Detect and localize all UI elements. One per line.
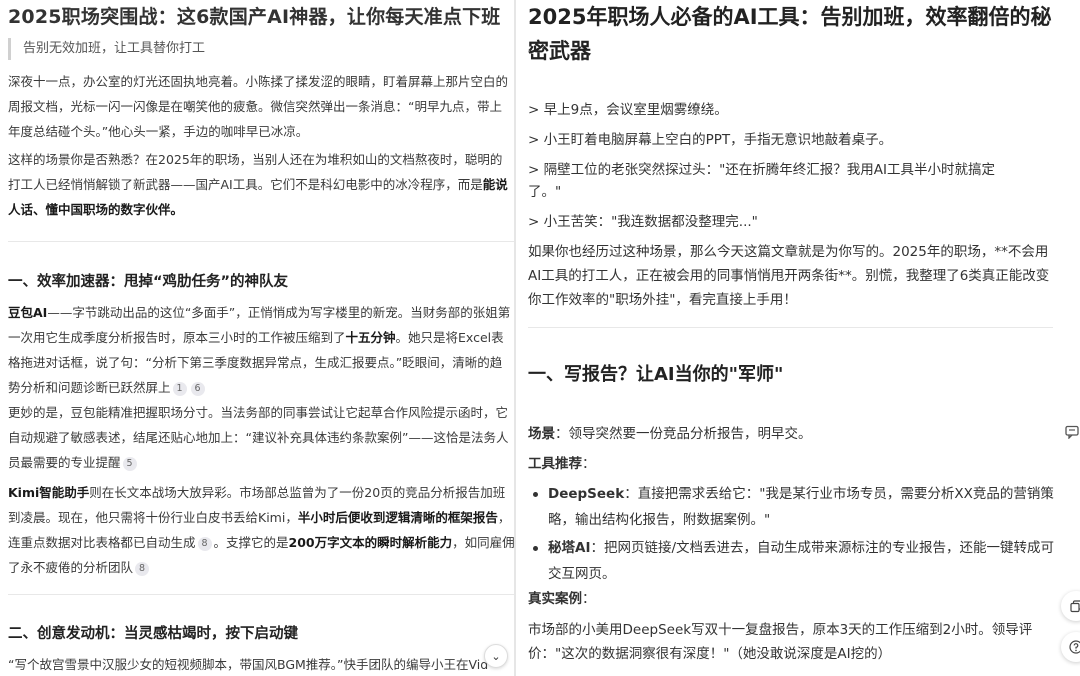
citation-badge[interactable]: 6 xyxy=(190,382,205,396)
paragraph-doubao: 豆包AI——字节跳动出品的这位“多面手”，正悄悄成为写字楼里的新宠。当财务部的张… xyxy=(8,305,511,396)
comment-icon[interactable] xyxy=(1062,422,1080,442)
citation-badge[interactable]: 8 xyxy=(135,562,150,576)
chevron-down-icon: ⌄ xyxy=(491,649,501,663)
paragraph-intro: 深夜十一点，办公室的灯光还固执地亮着。小陈揉了揉发涩的眼睛，盯着屏幕上那片空白的… xyxy=(8,69,514,144)
list-item-metaso: 秘塔AI：把网页链接/文档丢进去，自动生成带来源标注的专业报告，还能一键转成可交… xyxy=(528,535,1058,587)
list-item-deepseek: DeepSeek：直接把需求丢给它："我是某行业市场专员，需要分析XX竞品的营销… xyxy=(528,481,1058,533)
citation-badge[interactable]: 8 xyxy=(197,537,212,551)
right-article-pane[interactable]: 2025年职场人必备的AI工具：告别加班，效率翻倍的秘密武器 > 早上9点，会议… xyxy=(516,0,1080,676)
citation-badge[interactable]: 1 xyxy=(172,382,187,396)
case-paragraph: 市场部的小美用DeepSeek写双十一复盘报告，原本3天的工作压缩到2小时。领导… xyxy=(528,622,1033,662)
citation-badge[interactable]: 5 xyxy=(122,457,137,471)
divider xyxy=(8,594,514,595)
paragraph-kimi: Kimi智能助手则在长文本战场大放异彩。市场部总监曾为了一份20页的竞品分析报告… xyxy=(8,485,514,576)
section-heading-1: 一、效率加速器：甩掉“鸡肋任务”的神队友 xyxy=(8,274,289,290)
quote-line: > 小王苦笑："我连数据都没整理完..." xyxy=(528,214,758,230)
doubao-name: 豆包AI xyxy=(8,305,48,320)
text-line: 周报文档，光标一闪一闪像是在嘲笑他的疲惫。微信突然弹出一条消息：“明早九点，带上 xyxy=(8,99,502,114)
tool-name: 秘塔AI xyxy=(548,540,591,556)
text-line: 年度总结碰个头。”他心头一紧，手边的咖啡早已冰凉。 xyxy=(8,124,309,139)
paragraph-legal: 更妙的是，豆包能精准把握职场分寸。当法务部的同事尝试让它起草合作风险提示函时，它… xyxy=(8,405,509,471)
quote-line: > 隔壁工位的老张突然探过头："还在折腾年终汇报？我用AI工具半小时就搞定 xyxy=(528,162,996,178)
quote-line: > 小王盯着电脑屏幕上空白的PPT，手指无意识地敲着桌子。 xyxy=(528,132,893,148)
scroll-down-button[interactable]: ⌄ xyxy=(484,644,508,668)
section-heading-2: 二、创意发动机：当灵感枯竭时，按下启动键 xyxy=(8,626,298,642)
quote-line: 了。" xyxy=(528,184,562,200)
text-line: 打工人已经悄悄解锁了新武器——国产AI工具。它们不是科幻电影中的冰冷程序，而是能… xyxy=(8,177,508,192)
copy-icon[interactable] xyxy=(1061,591,1080,621)
text-line: 深夜十一点，办公室的灯光还固执地亮着。小陈揉了揉发涩的眼睛，盯着屏幕上那片空白的 xyxy=(8,74,509,89)
case-label-line: 真实案例： xyxy=(528,591,596,607)
scene-line: 场景：领导突然要一份竞品分析报告，明早交。 xyxy=(528,426,812,442)
divider xyxy=(528,327,1053,328)
tools-label-line: 工具推荐： xyxy=(528,456,596,472)
article-title: 2025年职场人必备的AI工具：告别加班，效率翻倍的秘密武器 xyxy=(528,5,1052,63)
tool-name: DeepSeek xyxy=(548,486,625,502)
left-article-pane[interactable]: 2025职场突围战：这6款国产AI神器，让你每天准点下班 告别无效加班，让工具替… xyxy=(0,0,514,676)
help-icon[interactable] xyxy=(1061,632,1080,662)
bullet-dot xyxy=(533,492,538,497)
kimi-name: Kimi智能助手 xyxy=(8,485,90,500)
divider xyxy=(8,241,514,242)
bullet-dot xyxy=(533,546,538,551)
quote-line: > 早上9点，会议室里烟雾缭绕。 xyxy=(528,102,728,118)
article-title: 2025职场突围战：这6款国产AI神器，让你每天准点下班 xyxy=(8,6,501,28)
article-subtitle-quote: 告别无效加班，让工具替你打工 xyxy=(8,38,205,60)
text-line-bold: 人话、懂中国职场的数字伙伴。 xyxy=(8,202,184,217)
paragraph-scene: 这样的场景你是否熟悉？在2025年的职场，当别人还在为堆积如山的文档熬夜时，聪明… xyxy=(8,147,514,222)
section-heading-1: 一、写报告？让AI当你的"军师" xyxy=(528,364,784,385)
paragraph-creative: “写个故宫雪景中汉服少女的短视频脚本，带国风BGM推荐。”快手团队的编导小王在V… xyxy=(8,657,489,672)
intro-paragraph: 如果你也经历过这种场景，那么今天这篇文章就是为你写的。2025年的职场，**不会… xyxy=(528,244,1050,308)
text-line: 这样的场景你是否熟悉？在2025年的职场，当别人还在为堆积如山的文档熬夜时，聪明… xyxy=(8,152,503,167)
